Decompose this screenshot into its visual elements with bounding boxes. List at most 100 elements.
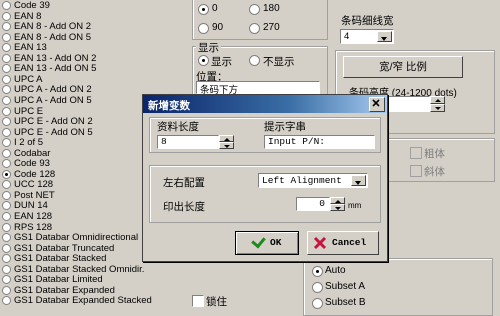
symbology-radio[interactable] (2, 243, 11, 253)
symbology-radio[interactable] (2, 74, 11, 84)
alignment-select[interactable]: Left Alignment (258, 173, 368, 188)
height-spinner[interactable] (430, 96, 445, 112)
symbology-radio[interactable] (2, 254, 11, 264)
italic-checkbox[interactable] (410, 165, 422, 177)
lock-label: 锁住 (206, 296, 227, 308)
symbology-label: GS1 Databar Expanded (14, 284, 115, 296)
print-length-label: 印出长度 (163, 201, 205, 213)
subset-a-radio[interactable] (312, 282, 323, 293)
ok-label: OK (270, 237, 282, 248)
print-length-input[interactable]: 0 (296, 197, 330, 211)
symbology-label: EAN 8 - Add ON 2 (14, 21, 92, 33)
narrow-bar-label: 条码细线宽 (341, 15, 394, 27)
spin-down-icon[interactable] (330, 204, 345, 211)
italic-label: 斜体 (424, 166, 445, 178)
data-length-input[interactable]: 8 (157, 135, 219, 149)
symbology-label: UPC A - Add ON 2 (14, 84, 92, 96)
symbology-radio[interactable] (2, 264, 11, 274)
lock-checkbox[interactable] (192, 295, 204, 307)
symbology-label: EAN 8 - Add ON 5 (14, 31, 92, 43)
spin-up-icon[interactable] (430, 96, 445, 104)
symbology-radio[interactable] (2, 43, 11, 53)
cancel-button[interactable]: Cancel (307, 231, 379, 255)
bold-label: 粗体 (424, 148, 445, 160)
spin-up-icon[interactable] (219, 135, 234, 142)
symbology-label: I 2 of 5 (14, 137, 44, 149)
symbology-label: Code 39 (14, 0, 50, 11)
symbology-radio[interactable] (2, 201, 11, 211)
symbology-label: EAN 13 - Add ON 5 (14, 63, 97, 75)
narrow-bar-select[interactable]: 4 (340, 29, 394, 44)
display-show-label: 显示 (211, 56, 232, 68)
rotation-0-label: 0 (212, 3, 218, 14)
symbology-radio[interactable] (2, 275, 11, 285)
symbology-radio[interactable] (2, 190, 11, 200)
symbology-radio[interactable] (2, 11, 11, 21)
symbology-label: GS1 Databar Stacked (14, 253, 107, 265)
symbology-radio[interactable] (2, 222, 11, 232)
prompt-input[interactable]: Input P/N: (264, 135, 375, 149)
ratio-button[interactable]: 宽/窄 比例 (343, 56, 463, 78)
symbology-label: UPC A (14, 73, 43, 85)
subset-b-radio[interactable] (312, 298, 323, 309)
symbology-label: UPC E (14, 105, 44, 117)
bold-checkbox[interactable] (410, 147, 422, 159)
symbology-radio[interactable] (2, 1, 11, 10)
chevron-down-icon[interactable] (351, 175, 366, 186)
new-variable-dialog: 新增变数 资料长度 8 提示字串 Input P/N: 左右配置 Left Al… (142, 94, 388, 262)
symbology-label: GS1 Databar Expanded Stacked (14, 295, 152, 307)
print-length-spinner[interactable] (330, 197, 345, 211)
symbology-label: EAN 8 (14, 10, 42, 22)
spin-down-icon[interactable] (430, 104, 445, 112)
rotation-270-radio[interactable] (249, 23, 260, 34)
rotation-0-radio[interactable] (198, 4, 209, 15)
symbology-radio[interactable] (2, 138, 11, 148)
spin-up-icon[interactable] (330, 197, 345, 204)
display-group-label: 显示 (196, 40, 221, 55)
spin-down-icon[interactable] (219, 142, 234, 149)
print-length-unit: mm (348, 201, 362, 210)
symbology-radio[interactable] (2, 180, 11, 190)
chevron-down-icon[interactable] (377, 31, 392, 42)
symbology-radio[interactable] (2, 233, 11, 243)
data-length-spinner[interactable] (219, 135, 234, 149)
symbology-radio[interactable] (2, 22, 11, 32)
display-hide-radio[interactable] (249, 55, 260, 66)
symbology-label: GS1 Databar Limited (14, 274, 103, 286)
symbology-label: Code 128 (14, 168, 56, 180)
symbology-radio[interactable] (2, 127, 11, 137)
symbology-label: EAN 13 (14, 42, 47, 54)
display-show-radio[interactable] (198, 55, 209, 66)
symbology-radio[interactable] (2, 169, 11, 179)
symbology-label: Post NET (14, 189, 55, 201)
symbology-radio[interactable] (2, 95, 11, 105)
symbology-radio[interactable] (2, 106, 11, 116)
symbology-label: GS1 Databar Stacked Omnidir. (14, 263, 145, 275)
symbology-label: UPC E - Add ON 5 (14, 126, 93, 138)
ratio-button-label: 宽/窄 比例 (379, 61, 427, 73)
symbology-radio[interactable] (2, 85, 11, 95)
symbology-label: UPC E - Add ON 2 (14, 116, 93, 128)
symbology-label: UCC 128 (14, 179, 54, 191)
dialog-title-bar[interactable]: 新增变数 (143, 95, 387, 113)
symbology-radio[interactable] (2, 32, 11, 42)
dialog-title: 新增变数 (148, 100, 190, 112)
rotation-180-radio[interactable] (249, 4, 260, 15)
symbology-radio[interactable] (2, 212, 11, 221)
ok-button[interactable]: OK (235, 231, 299, 255)
symbology-radio[interactable] (2, 117, 11, 127)
symbology-radio[interactable] (2, 53, 11, 63)
position-select[interactable]: 条码下方 (196, 81, 320, 96)
symbology-label: EAN 13 - Add ON 2 (14, 52, 97, 64)
subset-auto-radio[interactable] (312, 266, 323, 277)
close-button[interactable] (369, 97, 385, 112)
data-length-value: 8 (161, 136, 167, 147)
rotation-90-radio[interactable] (198, 23, 209, 34)
symbology-radio[interactable] (2, 285, 11, 295)
symbology-radio[interactable] (2, 296, 11, 306)
prompt-label: 提示字串 (264, 121, 306, 133)
cancel-label: Cancel (332, 237, 367, 248)
symbology-radio[interactable] (2, 64, 11, 74)
symbology-radio[interactable] (2, 148, 11, 158)
symbology-radio[interactable] (2, 159, 11, 169)
